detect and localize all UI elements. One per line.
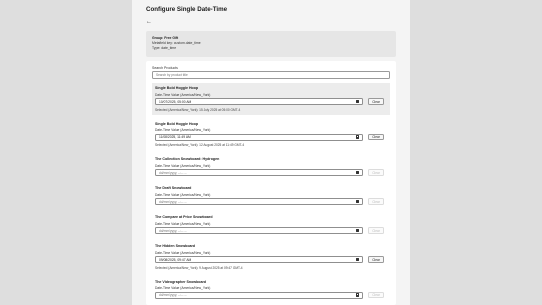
- datetime-label: Date-Time Value (America/New_York): [155, 221, 211, 226]
- product-item: The Hidden Snowboard Date-Time Value (Am…: [152, 241, 390, 273]
- product-name: Single Bold Hoggie Hoop: [155, 121, 199, 126]
- datetime-value: dd/mm/yyyy, --:-- --: [159, 293, 187, 298]
- clear-button[interactable]: Clear: [368, 227, 384, 234]
- calendar-icon[interactable]: [355, 199, 359, 204]
- product-name: The Draft Snowboard: [155, 186, 192, 191]
- datetime-input[interactable]: 09/08/2025, 09:47 AM: [155, 256, 363, 264]
- app-panel: Configure Single Date-Time ← Group: Free…: [132, 0, 410, 305]
- search-label: Search Products: [152, 65, 178, 70]
- product-item: The Compare at Price Snowboard Date-Time…: [152, 212, 390, 237]
- datetime-label: Date-Time Value (America/New_York): [155, 128, 211, 133]
- clear-button[interactable]: Clear: [368, 256, 384, 263]
- product-item: The Videographer Snowboard Date-Time Val…: [152, 277, 390, 302]
- datetime-input[interactable]: dd/mm/yyyy, --:-- --: [155, 291, 363, 299]
- metafield-type: Type: date_time: [152, 46, 177, 51]
- clear-button[interactable]: Clear: [368, 98, 384, 105]
- product-item: Single Bold Hoggie Hoop Date-Time Value …: [152, 83, 390, 115]
- calendar-icon[interactable]: [355, 170, 359, 175]
- left-backdrop: [0, 0, 132, 305]
- datetime-label: Date-Time Value (America/New_York): [155, 92, 211, 97]
- datetime-value: 09/08/2025, 09:47 AM: [159, 257, 192, 262]
- metafield-info-card: Group: Free Gift Metafield key: custom.d…: [146, 31, 396, 57]
- calendar-icon[interactable]: [355, 293, 359, 297]
- calendar-icon[interactable]: [355, 135, 359, 139]
- datetime-label: Date-Time Value (America/New_York): [155, 163, 211, 168]
- product-name: The Compare at Price Snowboard: [155, 215, 213, 220]
- calendar-icon[interactable]: [355, 257, 359, 262]
- calendar-icon[interactable]: [355, 99, 359, 104]
- product-name: Single Bold Hoggie Hoop: [155, 86, 199, 91]
- datetime-value: 11/08/2025, 11:49 AM: [159, 135, 191, 140]
- product-name: The Collection Snowboard: Hydrogen: [155, 157, 220, 162]
- product-item: The Draft Snowboard Date-Time Value (Ame…: [152, 183, 390, 208]
- search-input[interactable]: [152, 71, 390, 80]
- clear-button[interactable]: Clear: [368, 133, 384, 141]
- product-name: The Videographer Snowboard: [155, 279, 207, 284]
- products-card: Search Products Single Bold Hoggie Hoop …: [146, 60, 396, 305]
- datetime-label: Date-Time Value (America/New_York): [155, 192, 211, 197]
- clear-button[interactable]: Clear: [368, 291, 384, 299]
- page-title: Configure Single Date-Time: [146, 6, 228, 13]
- datetime-input[interactable]: 11/08/2025, 11:49 AM: [155, 133, 363, 141]
- datetime-label: Date-Time Value (America/New_York): [155, 286, 211, 291]
- datetime-value: dd/mm/yyyy, --:-- --: [159, 170, 187, 175]
- selected-datetime-text: Selected (America/New_York): 15 July 202…: [155, 107, 241, 112]
- clear-button[interactable]: Clear: [368, 169, 384, 176]
- datetime-input[interactable]: 10/07/2025, 05:00 AM: [155, 98, 363, 106]
- product-item: Single Bold Hoggie Hoop Date-Time Value …: [152, 119, 390, 151]
- selected-datetime-text: Selected (America/New_York): 12 August 2…: [155, 143, 245, 148]
- back-arrow-icon[interactable]: ←: [146, 19, 156, 25]
- calendar-icon[interactable]: [355, 228, 359, 233]
- datetime-input[interactable]: dd/mm/yyyy, --:-- --: [155, 227, 363, 235]
- datetime-value: dd/mm/yyyy, --:-- --: [159, 199, 187, 204]
- product-name: The Hidden Snowboard: [155, 244, 196, 249]
- right-backdrop: [410, 0, 542, 305]
- clear-button[interactable]: Clear: [368, 198, 384, 205]
- datetime-value: dd/mm/yyyy, --:-- --: [159, 228, 187, 233]
- datetime-input[interactable]: dd/mm/yyyy, --:-- --: [155, 198, 363, 206]
- datetime-label: Date-Time Value (America/New_York): [155, 250, 211, 255]
- datetime-input[interactable]: dd/mm/yyyy, --:-- --: [155, 169, 363, 177]
- product-item: The Collection Snowboard: Hydrogen Date-…: [152, 154, 390, 179]
- selected-datetime-text: Selected (America/New_York): 9 August 20…: [155, 265, 243, 270]
- datetime-value: 10/07/2025, 05:00 AM: [159, 99, 192, 104]
